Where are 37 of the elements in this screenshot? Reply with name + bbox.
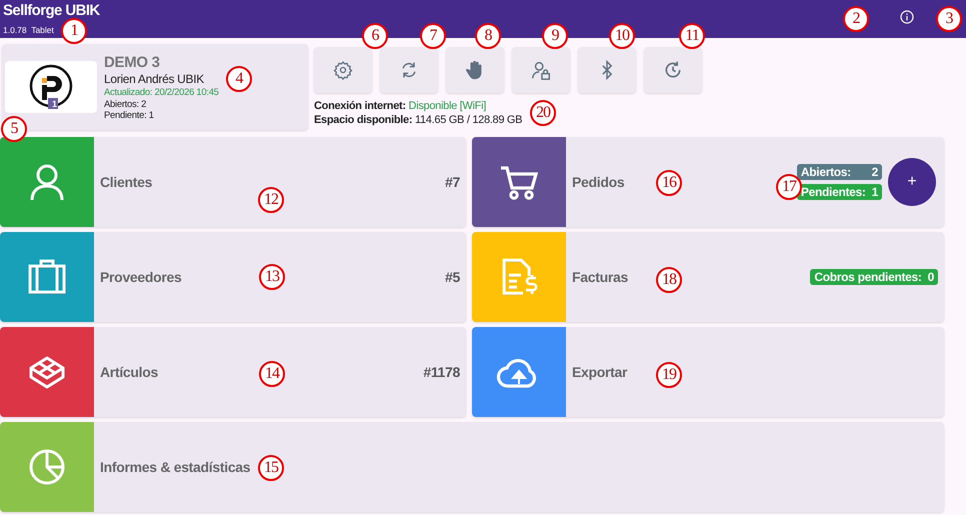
pie-chart-icon (27, 447, 67, 487)
tile-label: Pedidos (571, 174, 624, 190)
tile-count: #7 (445, 174, 460, 190)
logo-number: 1 (52, 99, 57, 109)
pending-count: Pendiente: 1 (104, 110, 154, 120)
app-version: 1.0.78 Tablet (3, 25, 54, 35)
settings-icon (333, 60, 353, 80)
count-badge: Pendientes: 1 (796, 184, 882, 200)
callout-number: 20 (530, 100, 556, 126)
user-name: Lorien Andrés UBIK (104, 72, 204, 86)
add-button[interactable]: + (888, 158, 936, 206)
open-count: Abiertos: 2 (104, 98, 146, 110)
user-lock-button[interactable] (512, 47, 570, 93)
history-icon (663, 60, 683, 80)
app-title: Sellforge UBIK (3, 2, 100, 20)
company-name: DEMO 3 (104, 54, 160, 72)
status-line: Espacio disponible: 114.65 GB / 128.89 GB (314, 113, 522, 127)
tile-label: Clientes (99, 174, 152, 190)
bluetooth-button[interactable] (578, 47, 636, 93)
tile-label: Proveedores (99, 269, 182, 285)
count-badge: Cobros pendientes: 0 (810, 269, 938, 285)
tile-label: Facturas (571, 269, 628, 285)
tile-label: Exportar (571, 364, 628, 380)
settings-button[interactable] (314, 47, 372, 93)
tile-count: #1178 (423, 364, 460, 380)
count-badge: Abiertos: 2 (796, 164, 882, 180)
status-line: Conexión internet: Disponible [WiFi] (314, 99, 486, 113)
tile-count: #5 (445, 269, 460, 285)
logo-drawing (29, 64, 73, 110)
sync-button[interactable] (380, 47, 438, 93)
tile-label: Artículos (99, 364, 158, 380)
tile-label: Informes & estadísticas (99, 459, 250, 475)
hand-button[interactable] (446, 47, 504, 93)
history-button[interactable] (644, 47, 702, 93)
info-icon[interactable] (900, 10, 914, 24)
updated-time: Actualizado: 20/2/2026 10:45 (104, 86, 219, 98)
user-lock-icon (530, 59, 552, 81)
